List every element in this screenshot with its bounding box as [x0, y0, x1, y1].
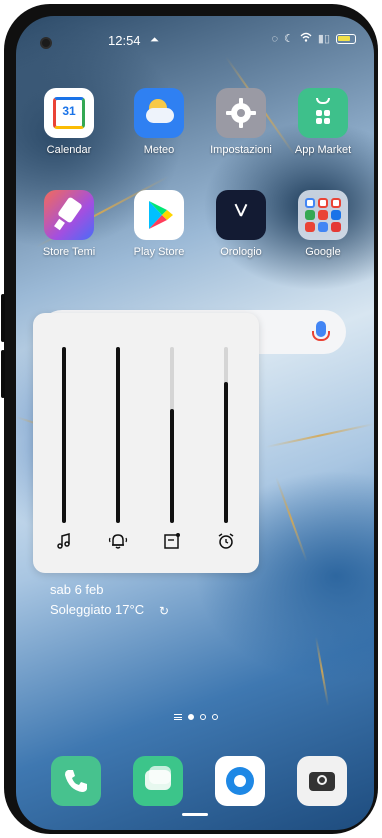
app-store-temi[interactable]: Store Temi	[34, 190, 104, 258]
app-label: Calendar	[46, 144, 92, 156]
app-label: Play Store	[133, 246, 185, 258]
page-dot-active[interactable]	[188, 714, 194, 720]
clock-icon	[216, 190, 266, 240]
theme-store-icon	[44, 190, 94, 240]
calendar-icon: 31	[44, 88, 94, 138]
widget-date: sab 6 feb	[50, 582, 104, 597]
slider-fill	[116, 347, 120, 523]
moon-icon: ☾	[284, 33, 294, 45]
app-orologio[interactable]: Orologio	[206, 190, 276, 258]
status-time: 12:54	[108, 33, 141, 48]
google-folder-icon	[298, 190, 348, 240]
wallpaper-vein	[275, 476, 308, 562]
slider-fill	[170, 408, 174, 523]
weather-icon	[134, 88, 184, 138]
dock-messages[interactable]	[133, 756, 183, 806]
phone-frame: 12:54 ⏶ ◌ ☾ ▮▯ 31 Calendar Meteo Imposta…	[1, 4, 378, 834]
app-label: Orologio	[220, 246, 262, 258]
notification-square-icon[interactable]	[162, 531, 182, 551]
notification-icon: ⏶	[150, 34, 159, 46]
status-icons: ◌ ☾ ▮▯	[271, 32, 356, 45]
notification-volume-slider[interactable]	[170, 347, 174, 523]
ringtone-volume-slider[interactable]	[116, 347, 120, 523]
volume-button	[1, 294, 5, 342]
app-impostazioni[interactable]: Impostazioni	[206, 88, 276, 156]
app-label: Meteo	[143, 144, 175, 156]
volume-button-lower	[1, 350, 5, 398]
media-volume-slider[interactable]	[62, 347, 66, 523]
mic-icon[interactable]	[312, 321, 330, 341]
widget-weather: Soleggiato 17°C	[50, 602, 145, 617]
wallpaper-vein	[315, 636, 330, 707]
app-play-store[interactable]: Play Store	[124, 190, 194, 258]
page-indicator	[174, 714, 218, 720]
play-store-icon	[134, 190, 184, 240]
page-dot[interactable]	[200, 714, 206, 720]
app-label: Store Temi	[42, 246, 96, 258]
calendar-day-number: 31	[62, 104, 76, 118]
volume-panel	[33, 313, 259, 573]
dock-browser[interactable]	[215, 756, 265, 806]
app-app-market[interactable]: App Market	[288, 88, 358, 156]
app-label: Impostazioni	[210, 144, 272, 156]
signal-icon: ▮▯	[317, 33, 330, 45]
folder-google[interactable]: Google	[288, 190, 358, 258]
app-label: Google	[305, 246, 341, 258]
battery-icon	[336, 33, 356, 44]
page-dot[interactable]	[212, 714, 218, 720]
menu-icon[interactable]	[174, 714, 182, 720]
wifi-icon	[300, 32, 312, 45]
alarm-icon: ◌	[271, 32, 279, 45]
ringer-bell-icon[interactable]	[108, 531, 128, 551]
dock-phone[interactable]	[51, 756, 101, 806]
phone-icon	[65, 770, 87, 792]
wallpaper-vein	[265, 423, 374, 448]
home-screen: 12:54 ⏶ ◌ ☾ ▮▯ 31 Calendar Meteo Imposta…	[16, 16, 374, 830]
app-meteo[interactable]: Meteo	[124, 88, 194, 156]
alarm-volume-slider[interactable]	[224, 347, 228, 523]
slider-fill	[224, 382, 228, 523]
app-market-icon	[298, 88, 348, 138]
home-indicator[interactable]	[182, 813, 208, 816]
dock-camera[interactable]	[297, 756, 347, 806]
settings-gear-icon	[216, 88, 266, 138]
front-camera	[40, 37, 52, 49]
app-calendar[interactable]: 31 Calendar	[34, 88, 104, 156]
refresh-icon[interactable]: ↻	[159, 604, 169, 618]
music-note-icon[interactable]	[54, 531, 74, 551]
alarm-clock-icon[interactable]	[216, 531, 236, 551]
slider-fill	[62, 347, 66, 523]
app-label: App Market	[294, 144, 352, 156]
